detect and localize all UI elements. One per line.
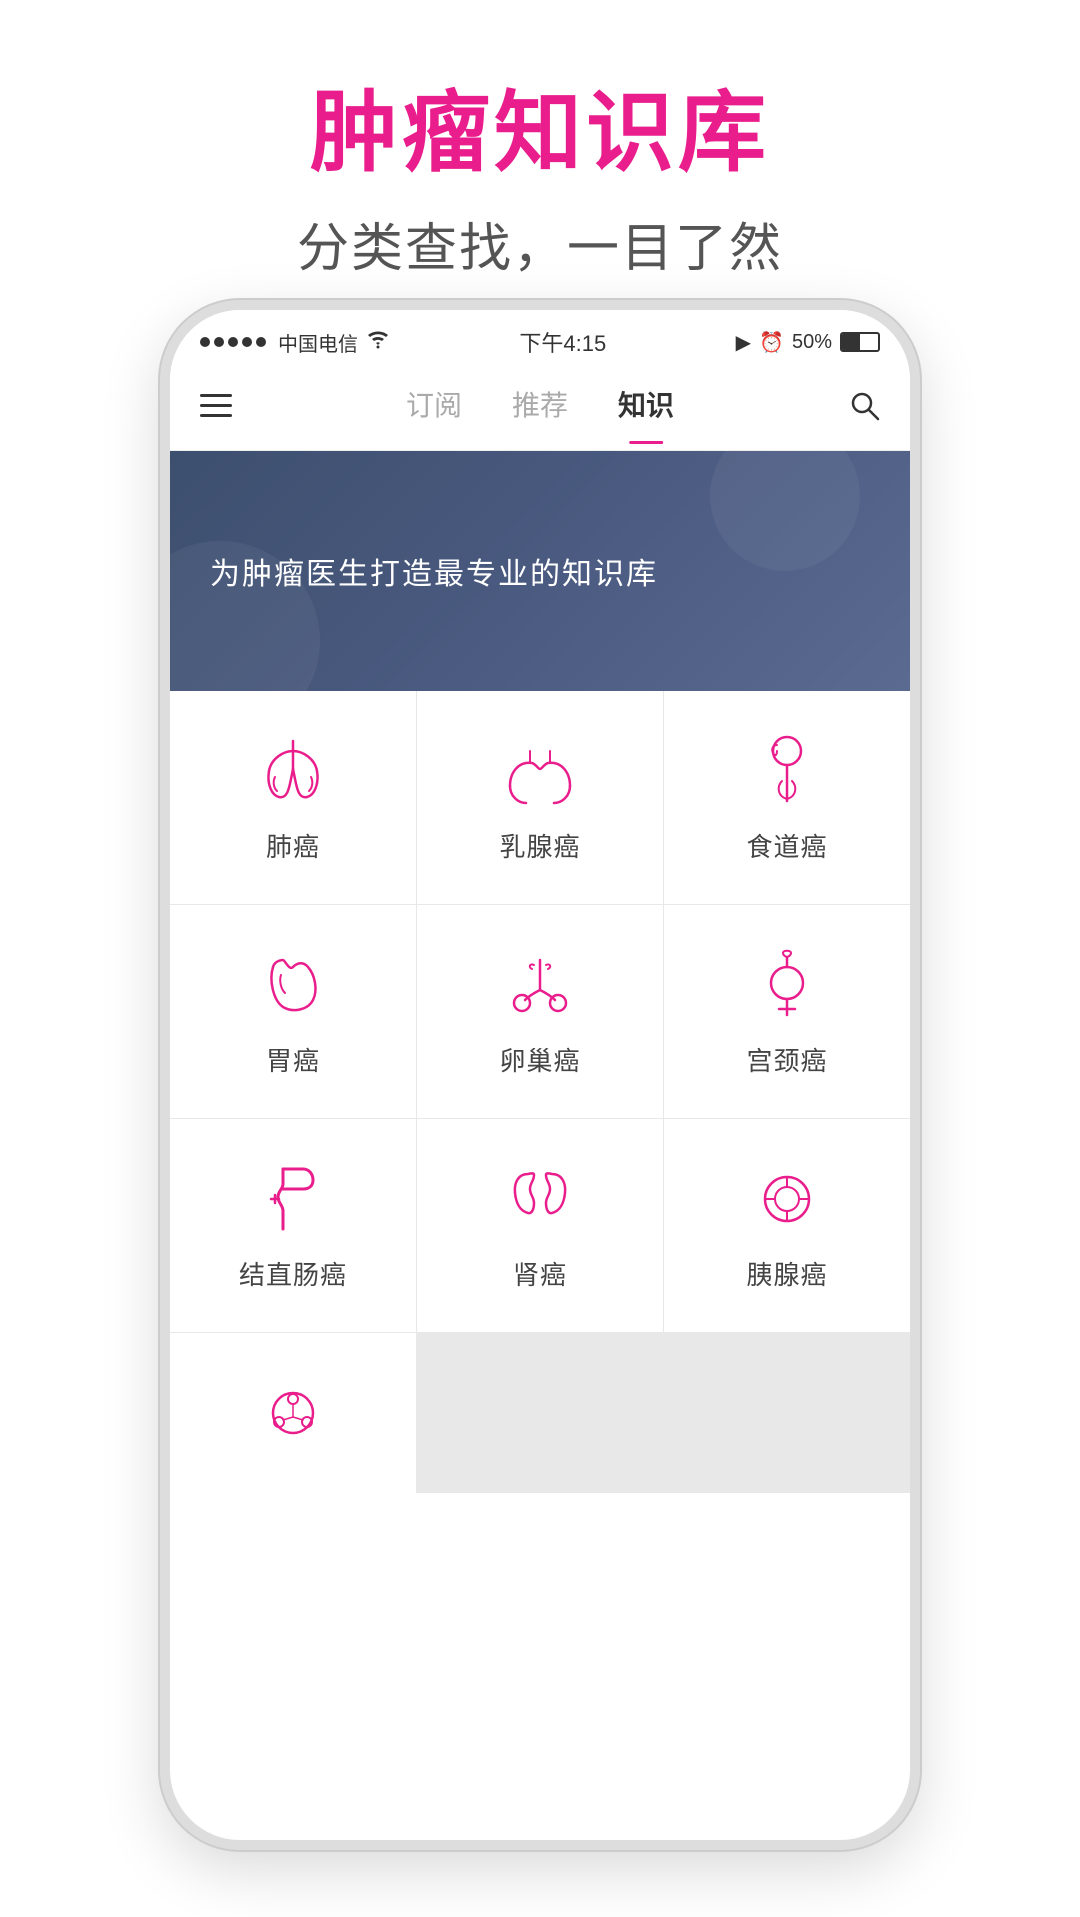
other-icon (253, 1373, 333, 1453)
signal-dots (200, 337, 266, 347)
dot4 (242, 337, 252, 347)
dot1 (200, 337, 210, 347)
location-icon: ▶ (736, 330, 751, 355)
grid-item-esophagus[interactable]: 食道癌 (664, 691, 910, 904)
grid-item-cervix[interactable]: 宫颈癌 (664, 905, 910, 1118)
grid-item-lung[interactable]: 肺癌 (170, 691, 416, 904)
grid-item-ovary[interactable]: 卵巢癌 (417, 905, 663, 1118)
banner-text: 为肿瘤医生打造最专业的知识库 (210, 549, 658, 593)
battery-percent: 50% (792, 331, 832, 354)
lung-icon (253, 731, 333, 811)
grid-item-other[interactable] (170, 1333, 416, 1493)
dot5 (256, 337, 266, 347)
page-title-main: 肿瘤知识库 (0, 80, 1080, 186)
pancreas-icon (747, 1159, 827, 1239)
esophagus-icon (747, 731, 827, 811)
status-left: 中国电信 (200, 328, 390, 357)
search-icon[interactable] (848, 389, 880, 429)
ovary-icon (500, 945, 580, 1025)
dot2 (214, 337, 224, 347)
tab-knowledge[interactable]: 知识 (618, 384, 674, 434)
lung-label: 肺癌 (266, 827, 320, 864)
menu-icon[interactable] (200, 393, 232, 425)
pancreas-label: 胰腺癌 (746, 1255, 827, 1292)
cervix-icon (747, 945, 827, 1025)
ovary-label: 卵巢癌 (499, 1041, 580, 1078)
kidney-label: 肾癌 (513, 1255, 567, 1292)
grid-item-kidney[interactable]: 肾癌 (417, 1119, 663, 1332)
time-display: 下午4:15 (519, 326, 606, 358)
grid-item-breast[interactable]: 乳腺癌 (417, 691, 663, 904)
colon-icon (253, 1159, 333, 1239)
wifi-icon (366, 329, 390, 355)
carrier-label: 中国电信 (278, 328, 358, 357)
page-header: 肿瘤知识库 分类查找，一目了然 (0, 0, 1080, 321)
colon-label: 结直肠癌 (239, 1255, 347, 1292)
cervix-label: 宫颈癌 (746, 1041, 827, 1078)
grid-item-pancreas[interactable]: 胰腺癌 (664, 1119, 910, 1332)
page-title-sub: 分类查找，一目了然 (0, 206, 1080, 281)
dot3 (228, 337, 238, 347)
stomach-icon (253, 945, 333, 1025)
tab-subscribe[interactable]: 订阅 (406, 384, 462, 434)
grid-item-colon[interactable]: 结直肠癌 (170, 1119, 416, 1332)
alarm-icon: ⏰ (759, 330, 784, 355)
battery-fill (842, 334, 860, 350)
battery-bar (840, 332, 880, 352)
nav-tabs: 订阅 推荐 知识 (170, 368, 910, 451)
status-bar: 中国电信 下午4:15 ▶ ⏰ 50% (170, 310, 910, 368)
battery-indicator (840, 332, 880, 352)
status-right: ▶ ⏰ 50% (736, 330, 880, 355)
tabs-group: 订阅 推荐 知识 (406, 384, 674, 434)
tab-recommend[interactable]: 推荐 (512, 384, 568, 434)
banner: 为肿瘤医生打造最专业的知识库 (170, 451, 910, 691)
cancer-grid: 肺癌 乳腺癌 食道癌 (170, 691, 910, 1493)
kidney-icon (500, 1159, 580, 1239)
breast-label: 乳腺癌 (499, 827, 580, 864)
phone-frame: 中国电信 下午4:15 ▶ ⏰ 50% (160, 300, 920, 1850)
stomach-label: 胃癌 (266, 1041, 320, 1078)
grid-item-stomach[interactable]: 胃癌 (170, 905, 416, 1118)
esophagus-label: 食道癌 (746, 827, 827, 864)
breast-icon (500, 731, 580, 811)
